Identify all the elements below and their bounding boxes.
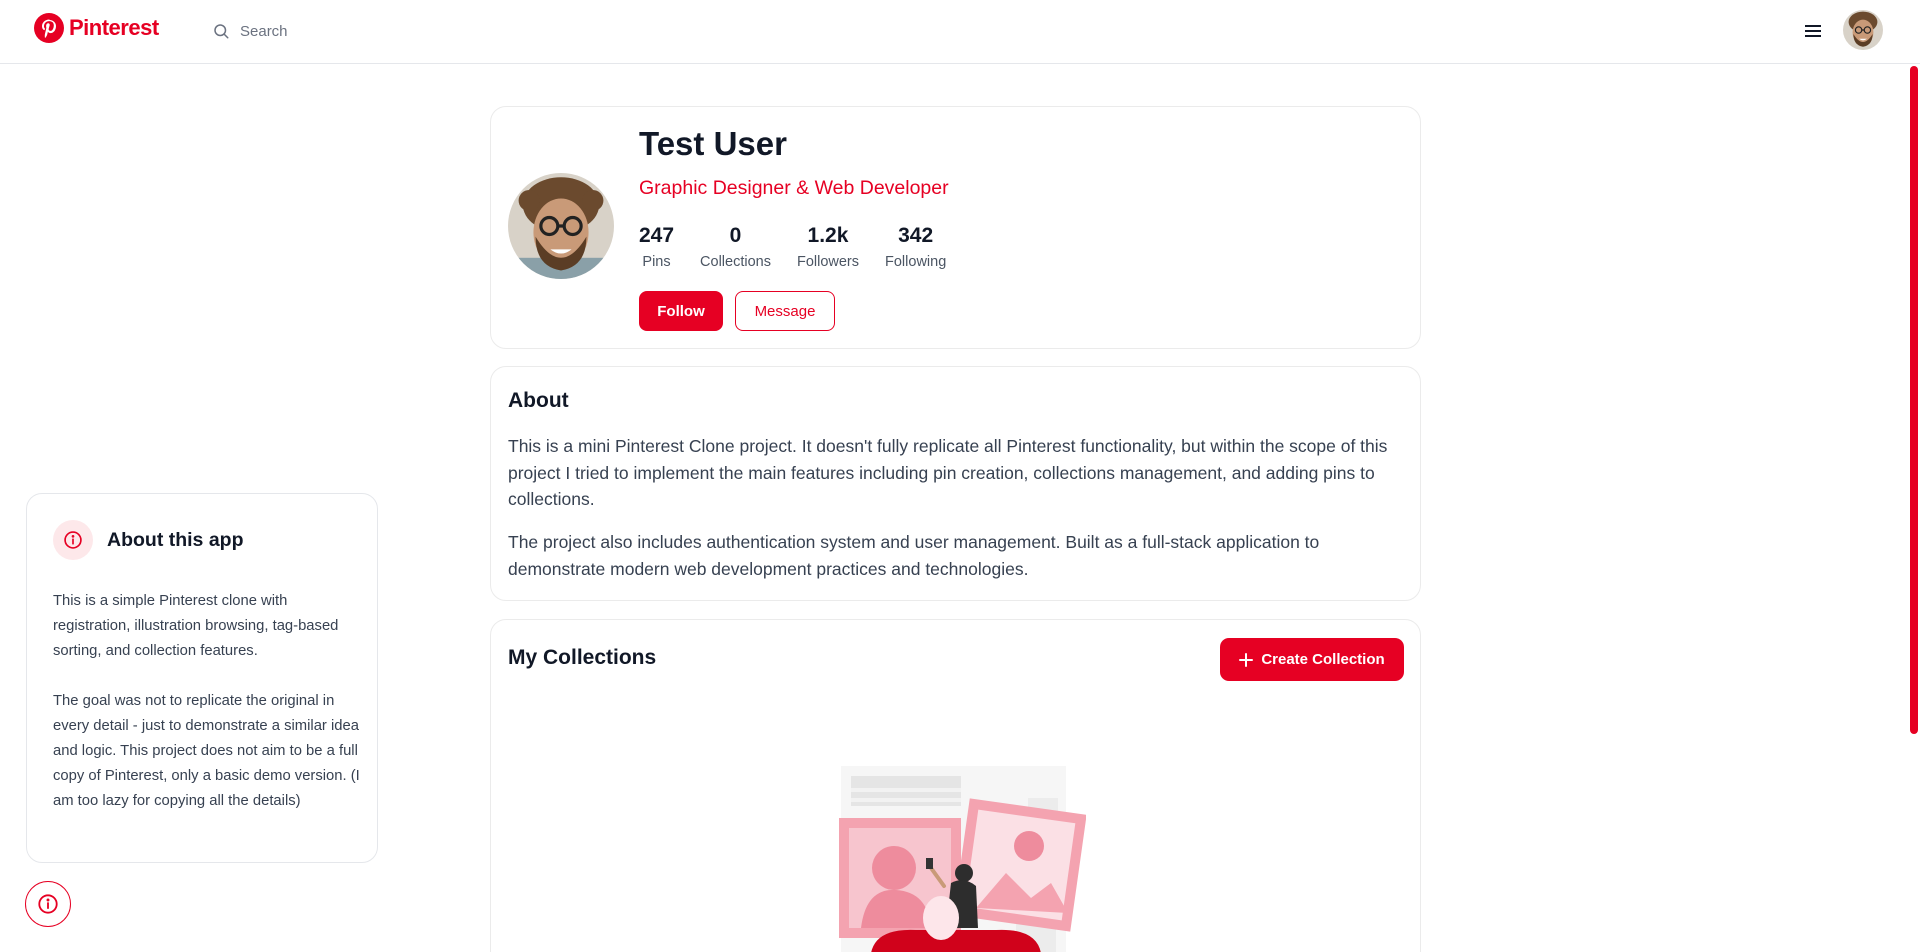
profile-card: Test User Graphic Designer & Web Develop… [490,106,1421,349]
top-header: Pinterest [0,0,1920,64]
create-collection-button[interactable]: Create Collection [1220,638,1404,681]
search-input[interactable] [240,22,580,40]
stat-following: 342 Following [885,223,946,274]
user-avatar[interactable] [1843,10,1883,50]
empty-collections-illustration [839,766,1086,952]
profile-role: Graphic Designer & Web Developer [639,177,949,199]
follow-button[interactable]: Follow [639,291,723,331]
stat-followers: 1.2k Followers [797,223,859,274]
about-app-paragraph: This is a simple Pinterest clone with re… [53,593,339,659]
stat-pins: 247 Pins [639,223,674,274]
about-app-title: About this app [107,529,244,551]
about-app-panel: About this app This is a simple Pinteres… [26,493,378,863]
search-bar[interactable] [212,14,612,48]
about-app-text: This is a simple Pinterest clone with re… [53,589,361,814]
plus-icon [1239,652,1254,667]
profile-name: Test User [639,125,787,162]
collections-card: My Collections Create Collection [490,619,1421,952]
profile-avatar [508,173,614,279]
about-title: About [508,389,569,412]
stat-label: Pins [642,254,671,270]
collections-title: My Collections [508,646,657,669]
stat-label: Followers [796,254,860,270]
info-icon [38,894,58,914]
stat-label: Collections [700,254,771,270]
stat-label: Following [885,254,947,270]
profile-stats: 247 Pins 0 Collections 1.2k Followers 34… [639,223,972,274]
info-icon-badge [53,520,93,560]
scrollbar-thumb[interactable] [1910,66,1918,734]
stat-value: 0 [729,224,742,247]
message-button[interactable]: Message [735,291,835,331]
about-card: About This is a mini Pinterest Clone pro… [490,366,1421,601]
stat-value: 342 [898,224,934,247]
about-paragraph: This is a mini Pinterest Clone project. … [508,436,1388,509]
menu-icon [1805,25,1821,37]
pinterest-logo-icon [34,13,64,43]
logo-text: Pinterest [69,15,159,40]
menu-button[interactable] [1798,18,1828,44]
about-app-paragraph: The goal was not to replicate the origin… [53,693,360,809]
stat-value: 1.2k [807,224,849,247]
search-icon [214,24,229,39]
stat-value: 247 [639,224,675,247]
stat-collections: 0 Collections [700,223,771,274]
create-collection-label: Create Collection [1261,651,1385,668]
pinterest-logo[interactable]: Pinterest [34,13,159,43]
info-toggle-button[interactable] [25,881,71,927]
info-icon [64,531,82,549]
about-paragraph: The project also includes authentication… [508,532,1320,579]
